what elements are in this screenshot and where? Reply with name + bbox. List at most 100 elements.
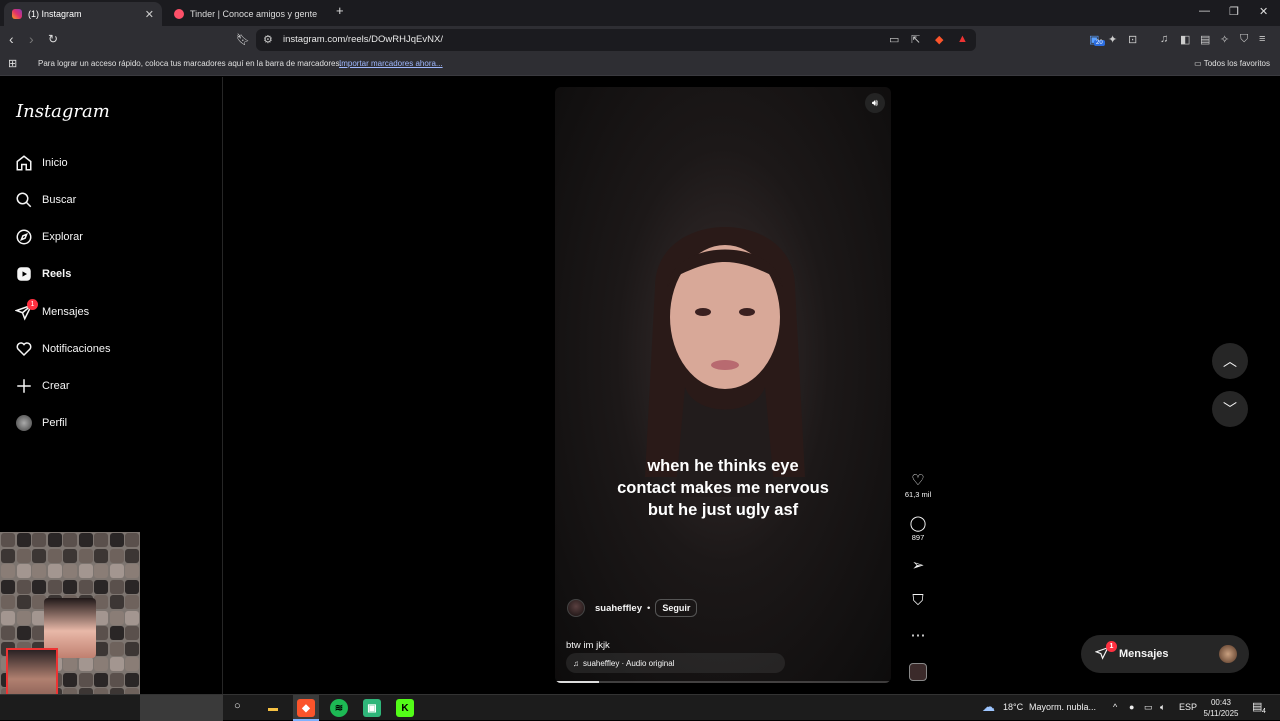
- comment-icon: ◯: [909, 515, 927, 532]
- collage-thumbnail: [78, 657, 93, 671]
- avatar: [1219, 645, 1237, 663]
- import-bookmarks-link[interactable]: Importar marcadores ahora...: [339, 59, 443, 68]
- collage-thumbnail: [63, 533, 77, 547]
- brave-shield-icon[interactable]: ◆: [935, 33, 943, 46]
- apps-grid-icon[interactable]: ⊞: [8, 57, 17, 70]
- messages-icon: 1: [14, 299, 38, 322]
- reels-feed: 🔊︎ when he thinks eye contact makes me n…: [224, 77, 1280, 694]
- tab-title: (1) Instagram: [28, 9, 82, 19]
- instagram-logo[interactable]: Instagram: [16, 101, 110, 122]
- microphone-icon[interactable]: ●: [1129, 702, 1134, 712]
- follow-button[interactable]: Seguir: [655, 599, 698, 617]
- collage-thumbnail: [78, 579, 93, 594]
- weather-text[interactable]: Mayorm. nubla...: [1029, 702, 1096, 712]
- collage-thumbnail: [1, 595, 15, 609]
- like-count: 61,3 mil: [904, 490, 932, 499]
- sidebar-item-reels[interactable]: Reels: [14, 259, 209, 289]
- author-avatar[interactable]: [567, 599, 585, 617]
- tab-tinder[interactable]: Tinder | Conoce amigos y gente nue: [166, 2, 328, 26]
- sidebar-item-perfil[interactable]: Perfil: [14, 408, 209, 438]
- bookmark-icon: ⛉: [912, 592, 924, 609]
- sidebar-item-label: Crear: [42, 380, 70, 392]
- site-info-icon[interactable]: ⚙: [263, 33, 273, 46]
- extensions-icon[interactable]: ✦: [1108, 33, 1117, 46]
- share-icon[interactable]: ⇱: [911, 33, 920, 46]
- sidebar-item-inicio[interactable]: Inicio: [14, 148, 209, 178]
- spotify-icon[interactable]: ≋: [330, 699, 348, 717]
- tray-expand-icon[interactable]: ^: [1113, 702, 1117, 712]
- sidebar-item-notificaciones[interactable]: Notificaciones: [14, 334, 209, 364]
- vpn-icon[interactable]: ⛉: [1240, 33, 1248, 46]
- file-explorer-icon[interactable]: ▬: [264, 699, 282, 717]
- author-name[interactable]: suaheffley: [595, 603, 642, 614]
- comment-button[interactable]: ◯ 897: [902, 515, 934, 542]
- collage-thumbnail: [109, 579, 124, 594]
- menu-icon[interactable]: ≡: [1259, 33, 1265, 45]
- tab-instagram[interactable]: (1) Instagram ✕: [4, 2, 162, 26]
- brave-rewards-icon[interactable]: ▲: [957, 33, 968, 45]
- url-bar[interactable]: ⚙ instagram.com/reels/DOwRHJqEvNX/ ▭ ⇱ ◆…: [256, 29, 976, 51]
- restore-icon[interactable]: ❐: [1229, 5, 1239, 18]
- bookmark-icon[interactable]: 🔖︎: [236, 33, 250, 47]
- collage-thumbnail: [125, 610, 139, 625]
- all-favorites-button[interactable]: ▭ Todos los favoritos: [1194, 59, 1270, 68]
- brave-browser-icon[interactable]: ◆: [297, 699, 315, 717]
- forward-icon[interactable]: ›: [29, 32, 34, 46]
- url-text[interactable]: instagram.com/reels/DOwRHJqEvNX/: [283, 34, 443, 45]
- collage-thumbnail: [94, 564, 108, 578]
- video-progress-bar[interactable]: [555, 681, 891, 683]
- close-window-icon[interactable]: ✕: [1259, 5, 1268, 18]
- reel-caption[interactable]: btw im jkjk: [566, 640, 610, 651]
- wallet-icon[interactable]: ▤: [1200, 33, 1210, 46]
- weather-icon[interactable]: ☁: [982, 699, 995, 715]
- audio-link[interactable]: ♫ suaheffley · Audio original: [566, 653, 785, 673]
- new-tab-button[interactable]: +: [336, 3, 344, 18]
- sidebar-item-explorar[interactable]: Explorar: [14, 222, 209, 252]
- cast-icon[interactable]: ▭: [889, 33, 899, 46]
- back-icon[interactable]: ‹: [9, 32, 14, 46]
- app-icon[interactable]: ▣: [363, 699, 381, 717]
- cortana-icon[interactable]: ○: [234, 700, 241, 712]
- next-reel-button[interactable]: ﹀: [1212, 391, 1248, 427]
- like-button[interactable]: ♡ 61,3 mil: [902, 472, 934, 499]
- collage-thumbnail: [125, 564, 139, 578]
- weather-temp[interactable]: 18°C: [1003, 702, 1023, 712]
- screenshot-icon[interactable]: ⊡: [1128, 33, 1137, 46]
- sidebar-item-buscar[interactable]: Buscar: [14, 185, 209, 215]
- overlay-line: contact makes me nervous: [617, 479, 829, 497]
- reload-icon[interactable]: ↻: [48, 32, 58, 46]
- collage-thumbnail: [78, 672, 93, 687]
- music-icon[interactable]: ♫: [1160, 33, 1168, 45]
- collage-thumbnail: [78, 548, 93, 563]
- save-button[interactable]: ⛉: [902, 592, 934, 610]
- collage-thumbnail: [63, 579, 77, 594]
- language-indicator[interactable]: ESP: [1179, 702, 1197, 712]
- collage-thumbnail: [125, 548, 139, 563]
- collage-thumbnail: [94, 641, 108, 656]
- volume-icon[interactable]: 🔈︎: [1160, 702, 1165, 713]
- taskbar-search[interactable]: [140, 695, 223, 721]
- volume-icon[interactable]: 🔊︎: [865, 93, 885, 113]
- messages-pill[interactable]: 1 Mensajes: [1081, 635, 1249, 673]
- share-button[interactable]: ➢: [902, 557, 934, 575]
- close-tab-icon[interactable]: ✕: [145, 8, 154, 21]
- sidebar-item-mensajes[interactable]: 1 Mensajes: [14, 297, 209, 327]
- messages-icon: 1: [1094, 640, 1117, 663]
- collage-thumbnail: [63, 672, 77, 687]
- chevron-up-icon: ︿: [1223, 353, 1237, 369]
- leo-ai-icon[interactable]: ✧: [1220, 33, 1229, 46]
- sidebar-toggle-icon[interactable]: ◧: [1180, 33, 1190, 46]
- heart-icon: ♡: [911, 472, 925, 489]
- collage-thumbnail: [1, 579, 15, 594]
- reel-video[interactable]: 🔊︎ when he thinks eye contact makes me n…: [555, 87, 891, 683]
- minimize-icon[interactable]: —: [1199, 5, 1210, 17]
- audio-thumbnail[interactable]: [909, 663, 927, 681]
- sidebar-item-crear[interactable]: Crear: [14, 371, 209, 401]
- taskbar-clock[interactable]: 00:43 5/11/2025: [1200, 697, 1242, 719]
- notification-center-icon[interactable]: ▤: [1252, 700, 1262, 713]
- previous-reel-button[interactable]: ︿: [1212, 343, 1248, 379]
- network-icon[interactable]: ▭: [1144, 702, 1153, 713]
- more-options-button[interactable]: ⋯: [902, 627, 934, 645]
- collage-thumbnail: [125, 533, 139, 547]
- kick-icon[interactable]: K: [396, 699, 414, 717]
